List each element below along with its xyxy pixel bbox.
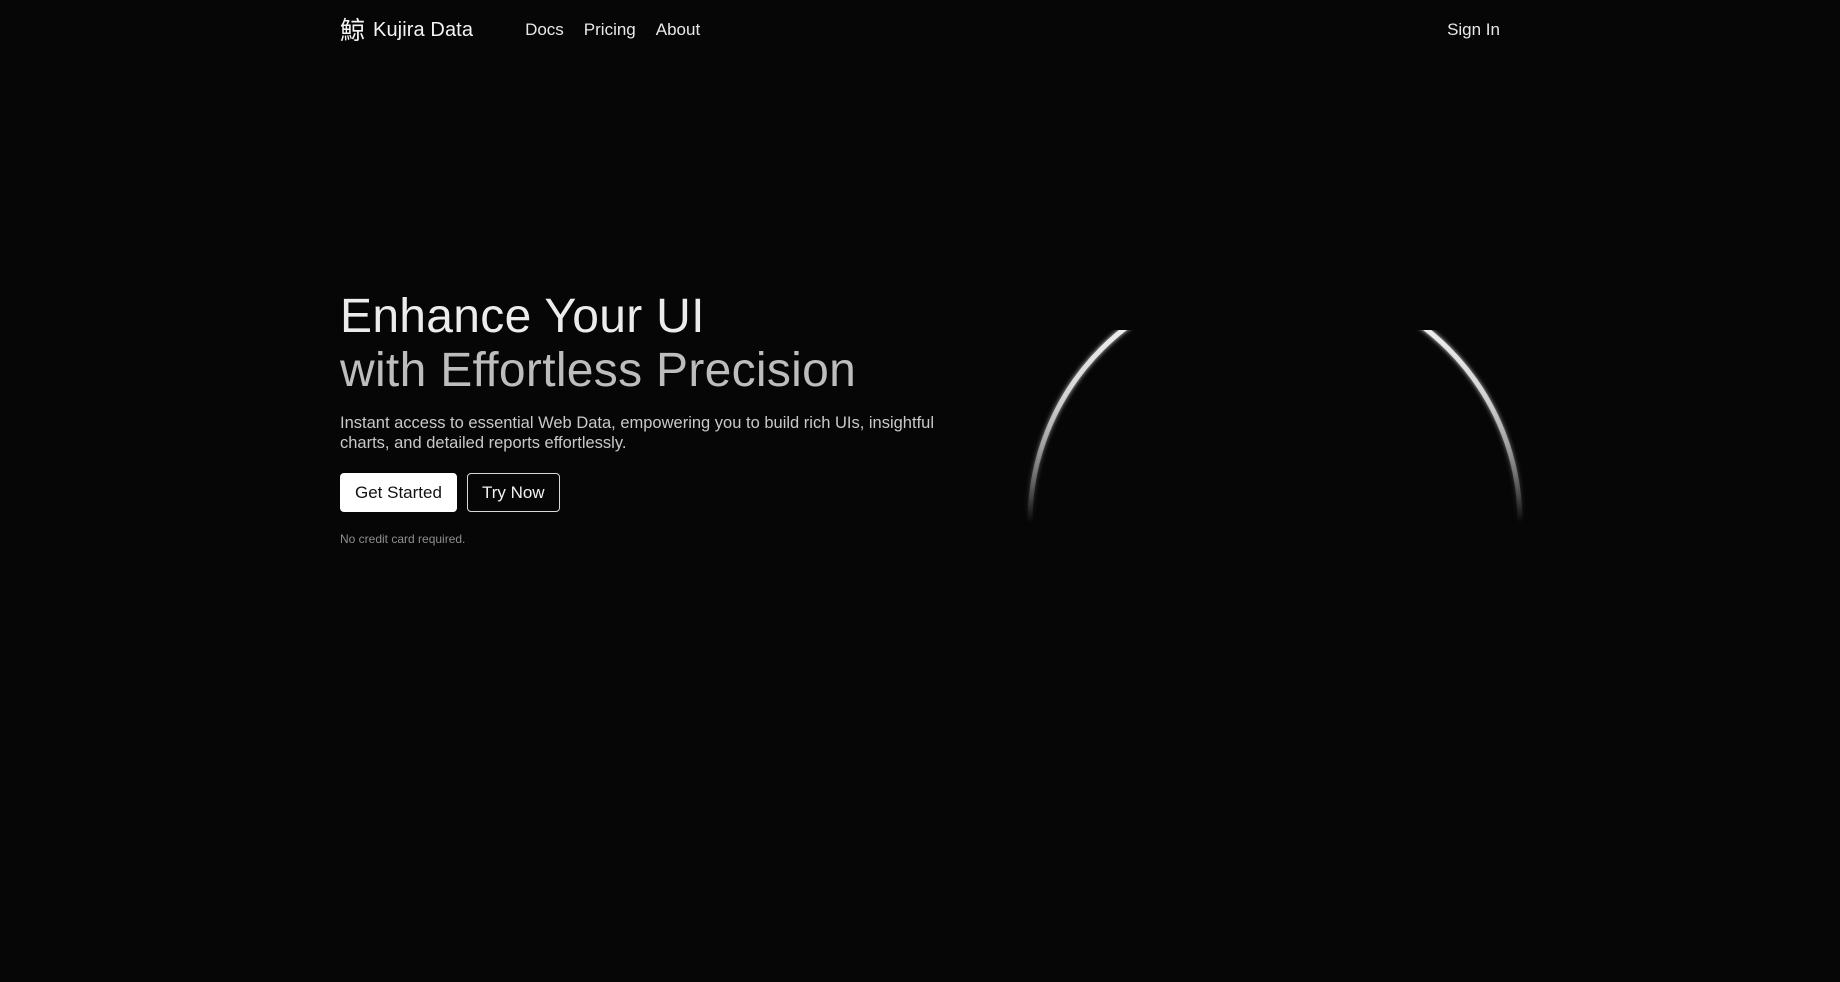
top-navigation-bar: 鯨 Kujira Data Docs Pricing About Sign In (340, 0, 1500, 60)
hero-headline: Enhance Your UI with Effortless Precisio… (340, 290, 980, 398)
hero-section: Enhance Your UI with Effortless Precisio… (340, 290, 980, 546)
glowing-arc-graphic (1020, 330, 1540, 530)
headline-line-2: with Effortless Precision (340, 344, 857, 397)
landing-page: 鯨 Kujira Data Docs Pricing About Sign In… (0, 0, 1840, 982)
try-now-button[interactable]: Try Now (466, 473, 560, 512)
sign-in-link[interactable]: Sign In (1447, 20, 1500, 40)
nav-link-pricing[interactable]: Pricing (584, 20, 636, 40)
arc-stroke (1027, 330, 1523, 523)
get-started-button[interactable]: Get Started (340, 473, 457, 512)
whale-kanji-logo-icon: 鯨 (340, 15, 366, 45)
brand-name: Kujira Data (373, 18, 474, 41)
cta-button-group: Get Started Try Now (340, 473, 980, 512)
nav-link-about[interactable]: About (656, 20, 700, 40)
main-nav: Docs Pricing About (525, 20, 700, 40)
arc-illustration (1027, 330, 1523, 523)
hero-subtext: Instant access to essential Web Data, em… (340, 414, 934, 452)
brand-logo-link[interactable]: 鯨 Kujira Data (340, 18, 473, 43)
nav-link-docs[interactable]: Docs (525, 20, 564, 40)
headline-line-1: Enhance Your UI (340, 290, 705, 343)
no-credit-card-note: No credit card required. (340, 532, 466, 546)
